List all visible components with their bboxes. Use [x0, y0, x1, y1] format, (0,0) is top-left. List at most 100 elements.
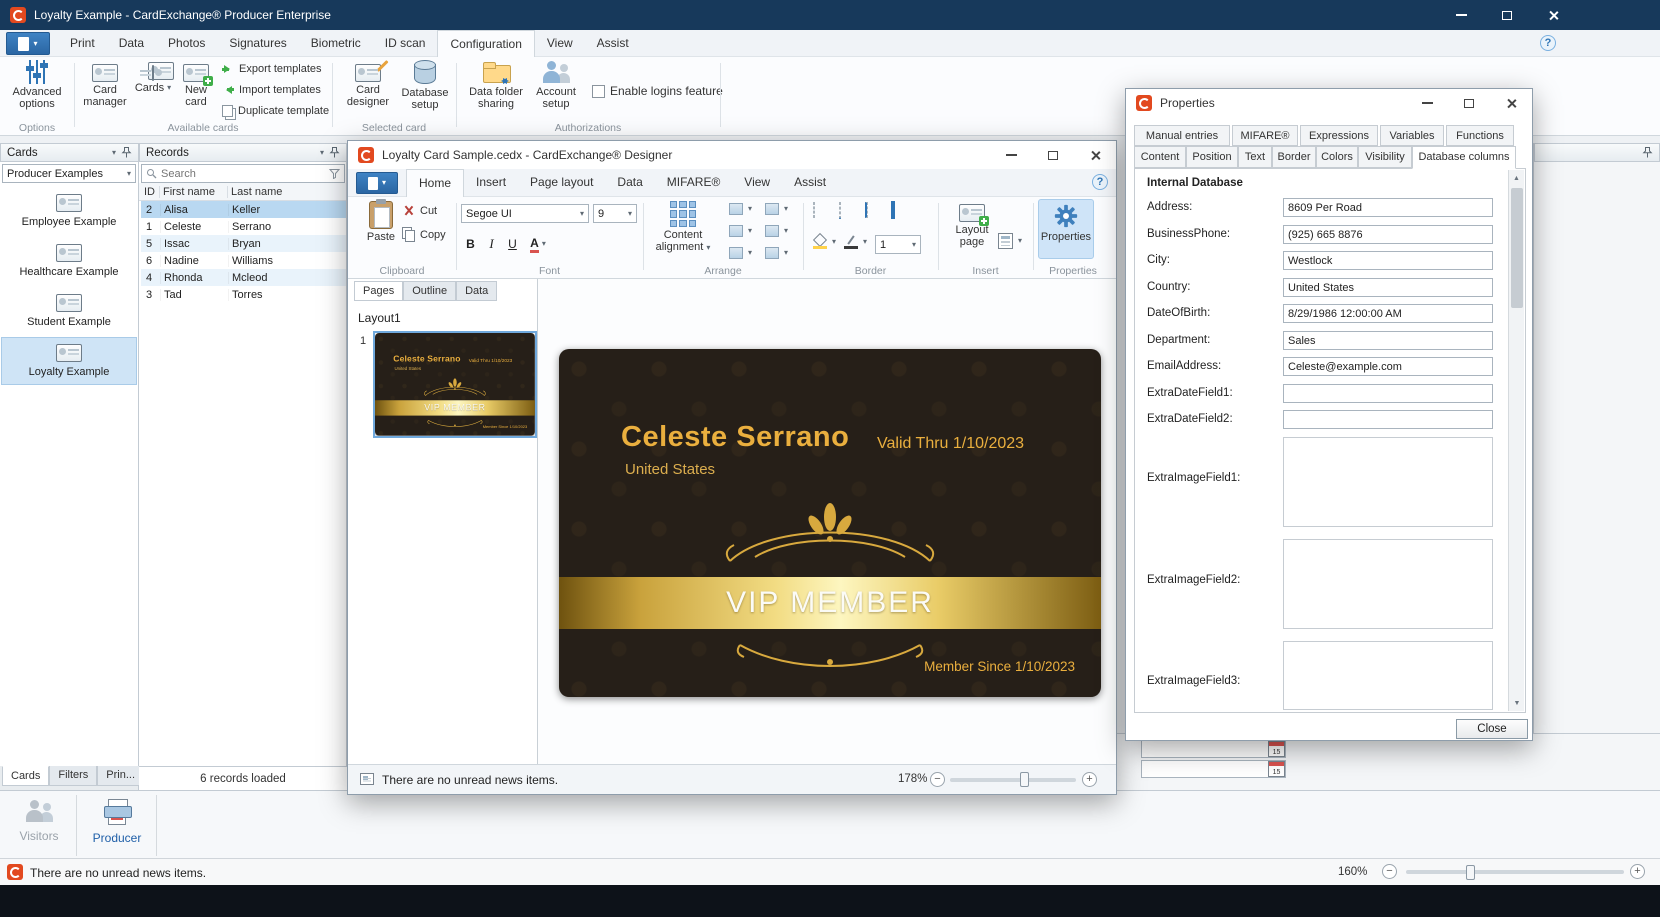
file-menu-button[interactable]: ▾ — [6, 32, 50, 55]
ptab-functions[interactable]: Functions — [1446, 125, 1514, 146]
ptab-mifare[interactable]: MIFARE® — [1232, 125, 1298, 146]
scroll-up-button[interactable]: ▲ — [1509, 170, 1524, 186]
content-alignment-button[interactable]: Content alignment ▾ — [650, 201, 716, 253]
ptab-colors[interactable]: Colors — [1316, 146, 1358, 168]
chevron-down-icon[interactable]: ▾ — [112, 149, 116, 157]
calendar-icon[interactable]: 15 — [1268, 761, 1285, 777]
col-header-first-name[interactable]: First name — [160, 186, 228, 198]
arrange-button[interactable]: ▾ — [729, 203, 752, 215]
data-folder-sharing-button[interactable]: Data folder sharing — [466, 60, 526, 110]
department-input[interactable] — [1283, 331, 1493, 350]
font-color-button[interactable]: A ▾ — [525, 234, 551, 254]
tab-view[interactable]: View — [535, 30, 585, 57]
tab-outline[interactable]: Outline — [403, 281, 456, 301]
paste-button[interactable]: Paste — [362, 201, 400, 243]
designer-zoom-out-button[interactable]: − — [930, 772, 945, 787]
designer-file-menu-button[interactable]: ▾ — [356, 172, 398, 194]
designer-minimize-button[interactable] — [990, 143, 1032, 167]
zoom-in-button[interactable]: + — [1630, 864, 1645, 879]
tab-print[interactable]: Print — [58, 30, 107, 57]
card-item-loyalty[interactable]: Loyalty Example — [1, 337, 137, 385]
ptab-border[interactable]: Border — [1272, 146, 1316, 168]
card-item-healthcare[interactable]: Healthcare Example — [1, 237, 137, 285]
border-all-button[interactable] — [891, 203, 895, 217]
tab-biometric[interactable]: Biometric — [299, 30, 373, 57]
underline-button[interactable]: U — [503, 234, 522, 254]
scrollbar-thumb[interactable] — [1511, 188, 1523, 308]
new-card-button[interactable]: New card — [176, 60, 216, 108]
card-country-field[interactable]: United States — [625, 461, 715, 478]
bottom-tab-filters[interactable]: Filters — [49, 766, 97, 786]
border-left-button[interactable] — [865, 203, 868, 217]
designer-tab-assist[interactable]: Assist — [782, 169, 838, 197]
italic-button[interactable]: I — [482, 234, 501, 254]
card-vip-field[interactable]: VIP MEMBER — [726, 586, 934, 620]
fill-color-button[interactable]: ▾ — [813, 235, 836, 249]
tab-signatures[interactable]: Signatures — [217, 30, 298, 57]
date-picker-row[interactable]: 15 — [1141, 740, 1286, 758]
extra-image-field3-box[interactable] — [1283, 641, 1493, 710]
table-row[interactable]: 6NadineWilliams — [141, 252, 346, 269]
line-width-combo[interactable]: 1▾ — [875, 235, 921, 254]
card-member-since-field[interactable]: Member Since 1/10/2023 — [924, 659, 1075, 674]
card-item-student[interactable]: Student Example — [1, 287, 137, 335]
table-row[interactable]: 1CelesteSerrano — [141, 218, 346, 235]
border-none-button[interactable] — [813, 203, 815, 217]
designer-tab-home[interactable]: Home — [406, 169, 464, 197]
insert-object-button[interactable]: ▾ — [998, 233, 1022, 249]
designer-tab-data[interactable]: Data — [605, 169, 654, 197]
advanced-options-button[interactable]: Advanced options — [6, 60, 68, 110]
arrange-button[interactable]: ▾ — [765, 247, 788, 259]
visitors-button[interactable]: Visitors — [8, 799, 70, 843]
bold-button[interactable]: B — [461, 234, 480, 254]
tab-assist[interactable]: Assist — [585, 30, 641, 57]
properties-close-button[interactable] — [1490, 91, 1532, 115]
ptab-expressions[interactable]: Expressions — [1300, 125, 1378, 146]
pin-icon[interactable] — [1642, 147, 1653, 158]
tab-pages[interactable]: Pages — [354, 281, 403, 301]
arrange-button[interactable]: ▾ — [729, 247, 752, 259]
ptab-visibility[interactable]: Visibility — [1358, 146, 1412, 168]
ptab-database-columns[interactable]: Database columns — [1412, 146, 1516, 169]
card-designer-button[interactable]: Card designer — [342, 60, 394, 108]
cards-button[interactable]: Cards▾ — [133, 60, 173, 94]
maximize-button[interactable] — [1486, 0, 1528, 30]
date-of-birth-input[interactable] — [1283, 304, 1493, 323]
card-manager-button[interactable]: Card manager — [80, 60, 130, 108]
designer-close-button[interactable] — [1074, 143, 1116, 167]
table-row[interactable]: 3TadTorres — [141, 286, 346, 303]
database-setup-button[interactable]: Database setup — [398, 60, 452, 111]
enable-logins-checkbox-row[interactable]: Enable logins feature — [592, 84, 723, 98]
card-valid-thru-field[interactable]: Valid Thru 1/10/2023 — [877, 435, 1024, 453]
bottom-tab-printers[interactable]: Prin... — [97, 766, 144, 786]
designer-help-button[interactable]: ? — [1092, 174, 1108, 190]
designer-zoom-slider-thumb[interactable] — [1020, 772, 1029, 787]
ptab-variables[interactable]: Variables — [1380, 125, 1444, 146]
filter-icon[interactable] — [329, 168, 340, 179]
col-header-id[interactable]: ID — [139, 186, 160, 198]
pin-icon[interactable] — [121, 147, 132, 158]
layout-page-button[interactable]: Layout page — [948, 201, 996, 248]
calendar-icon[interactable]: 15 — [1268, 741, 1285, 757]
table-row[interactable]: 2AlisaKeller — [141, 201, 346, 218]
zoom-slider-thumb[interactable] — [1466, 865, 1475, 880]
tab-configuration[interactable]: Configuration — [437, 30, 534, 57]
designer-tab-mifare[interactable]: MIFARE® — [655, 169, 733, 197]
properties-minimize-button[interactable] — [1406, 91, 1448, 115]
designer-zoom-in-button[interactable]: + — [1082, 772, 1097, 787]
search-input[interactable] — [161, 168, 325, 180]
card-group-combo[interactable]: Producer Examples ▾ — [2, 164, 136, 183]
designer-maximize-button[interactable] — [1032, 143, 1074, 167]
tab-photos[interactable]: Photos — [156, 30, 217, 57]
border-bottom-button[interactable] — [839, 203, 841, 217]
business-phone-input[interactable] — [1283, 225, 1493, 244]
producer-button[interactable]: Producer — [84, 799, 150, 845]
card-name-field[interactable]: Celeste Serrano — [621, 421, 849, 454]
city-input[interactable] — [1283, 251, 1493, 270]
ptab-content[interactable]: Content — [1134, 146, 1186, 168]
designer-tab-page-layout[interactable]: Page layout — [518, 169, 605, 197]
duplicate-template-button[interactable]: Duplicate template — [222, 105, 329, 117]
ptab-position[interactable]: Position — [1186, 146, 1238, 168]
copy-button[interactable]: Copy — [402, 227, 446, 242]
export-templates-button[interactable]: Export templates — [222, 63, 322, 75]
